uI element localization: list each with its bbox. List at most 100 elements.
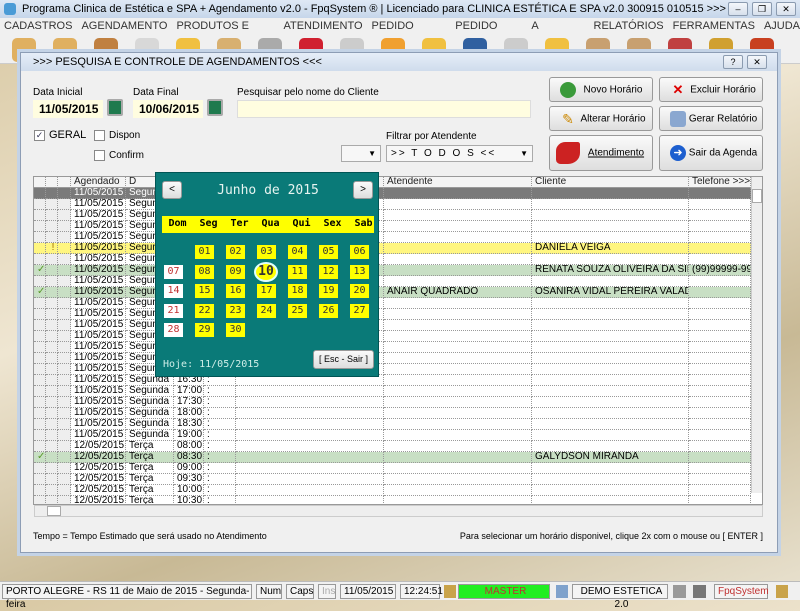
computer-icon[interactable]	[693, 585, 706, 598]
calendar-day[interactable]: 07	[164, 264, 183, 279]
atendimento-button[interactable]: Atendimento	[549, 135, 653, 171]
confirmado-checkbox[interactable]	[94, 150, 105, 161]
table-row[interactable]: 12/05/2015 Terça 10:00:	[34, 485, 751, 496]
data-final-input[interactable]: 10/06/2015	[133, 100, 203, 118]
client-search-input[interactable]	[237, 100, 531, 118]
calendar-day[interactable]: 11	[288, 264, 307, 279]
table-row[interactable]: 12/05/2015 Terça 10:30:	[34, 496, 751, 504]
table-row[interactable]: 11/05/2015Segunda10:00:	[34, 232, 751, 243]
gerar-relatorio-button[interactable]: Gerar Relatório	[659, 106, 763, 131]
calendar-day[interactable]: 24	[257, 303, 276, 318]
table-row[interactable]: 12/05/2015 Terça 08:00:	[34, 441, 751, 452]
calendar-day[interactable]: 22	[195, 303, 214, 318]
table-row[interactable]: 11/05/2015 Segunda 18:30:	[34, 419, 751, 430]
menu-item[interactable]: ATENDIMENTO	[283, 18, 362, 34]
calendar-day[interactable]: 12	[319, 264, 338, 279]
maximize-button[interactable]: ❐	[752, 2, 772, 16]
table-row[interactable]: 11/05/2015Segunda13:30:	[34, 309, 751, 320]
horizontal-scrollbar[interactable]	[34, 505, 763, 517]
calendar-day[interactable]: 28	[164, 323, 183, 337]
table-row[interactable]: ✓11/05/2015Segunda12:30:ANAIR QUADRADOOS…	[34, 287, 751, 298]
table-row[interactable]: 11/05/2015 Segunda 17:00:	[34, 386, 751, 397]
menu-item[interactable]: AJUDA	[764, 18, 800, 34]
menu-item[interactable]: AGENDAMENTO	[81, 18, 167, 34]
calendar-day[interactable]: 23	[226, 303, 245, 318]
close-button[interactable]: ✕	[776, 2, 796, 16]
table-row[interactable]: 11/05/2015 Segunda 16:30:	[34, 375, 751, 386]
calendar-day[interactable]: 14	[164, 284, 183, 298]
agendamentos-grid[interactable]: Agendado D Atendente Cliente Telefone >>> 11/…	[33, 176, 763, 505]
calendar-day[interactable]: 05	[319, 245, 338, 259]
calendar-day[interactable]: 03	[257, 245, 276, 259]
table-row[interactable]: 11/05/2015Segunda15:30:	[34, 353, 751, 364]
table-row[interactable]: 11/05/2015Segunda08:30:	[34, 199, 751, 210]
alterar-horario-button[interactable]: ✎ Alterar Horário	[549, 106, 653, 131]
geral-checkbox[interactable]: ✓	[34, 130, 45, 141]
menu-item[interactable]: PRODUTOS E SERVIÇOS	[176, 18, 274, 48]
table-row[interactable]: 11/05/2015 Segunda 17:30:	[34, 397, 751, 408]
table-row[interactable]: 12/05/2015 Terça 09:00:	[34, 463, 751, 474]
printer-icon[interactable]	[673, 585, 686, 598]
table-row[interactable]: 11/05/2015Segunda16:00:	[34, 364, 751, 375]
calendar-day[interactable]: 06	[350, 245, 369, 259]
menu-item[interactable]: RELATÓRIOS	[594, 18, 664, 34]
table-row[interactable]: 11/05/2015Segunda13:00:	[34, 298, 751, 309]
calendar-day[interactable]: 08	[195, 264, 214, 279]
novo-horario-button[interactable]: Novo Horário	[549, 77, 653, 102]
sair-agenda-button[interactable]: ➜ Sair da Agenda	[659, 135, 763, 171]
disponivel-checkbox[interactable]	[94, 130, 105, 141]
calendar-day[interactable]: 17	[257, 284, 276, 298]
menu-item[interactable]: FERRAMENTAS	[673, 18, 755, 34]
table-row[interactable]: 11/05/2015Segunda14:00:	[34, 320, 751, 331]
cell	[236, 485, 384, 496]
table-row[interactable]: 11/05/2015Segunda09:30:	[34, 221, 751, 232]
calendar-day[interactable]: 29	[195, 323, 214, 337]
cell	[46, 441, 58, 452]
table-row[interactable]: !11/05/2015Segunda10:30:DANIELA VEIGA	[34, 243, 751, 254]
menu-item[interactable]: PEDIDO COMPRAS	[372, 18, 447, 48]
calendar-day[interactable]: 02	[226, 245, 245, 259]
table-row[interactable]: 11/05/2015Segunda15:00:	[34, 342, 751, 353]
table-row[interactable]: 12/05/2015 Terça 09:30:	[34, 474, 751, 485]
calendar-day[interactable]: 27	[350, 303, 369, 318]
cell	[34, 276, 46, 287]
esc-sair-button[interactable]: [ Esc - Sair ]	[313, 350, 374, 369]
calendar-day[interactable]: 26	[319, 303, 338, 318]
table-row[interactable]: 11/05/2015Segunda14:30:	[34, 331, 751, 342]
status-select[interactable]: ▼	[341, 145, 381, 162]
help-button[interactable]: ?	[723, 55, 743, 69]
table-row[interactable]: 11/05/2015 Segunda 19:00:	[34, 430, 751, 441]
calendar-day[interactable]: 13	[350, 264, 369, 279]
calendar-day[interactable]: 20	[350, 284, 369, 298]
table-row[interactable]: 11/05/2015Segunda11:00:	[34, 254, 751, 265]
table-row[interactable]: ✓11/05/2015Segunda11:30:RENATA SOUZA OLI…	[34, 265, 751, 276]
table-row[interactable]: 11/05/2015Segunda09:00:	[34, 210, 751, 221]
calendar-day[interactable]: 30	[226, 323, 245, 337]
calendar-day[interactable]: 15	[195, 284, 214, 298]
calendar-day[interactable]: 16	[226, 284, 245, 298]
calendar-icon[interactable]	[107, 99, 123, 116]
calendar-day[interactable]: 01	[195, 245, 214, 259]
table-row[interactable]: 11/05/2015 Segunda 18:00:	[34, 408, 751, 419]
calendar-day[interactable]: 04	[288, 245, 307, 259]
menu-item[interactable]: A RECEBER	[531, 18, 584, 48]
calendar-icon[interactable]	[207, 99, 223, 116]
menu-item[interactable]: PEDIDO VENDAS	[455, 18, 522, 48]
atendente-select[interactable]: >> T O D O S << ▼	[386, 145, 533, 162]
calendar-day[interactable]: 19	[319, 284, 338, 298]
menu-item[interactable]: CADASTROS	[4, 18, 72, 34]
calendar-day[interactable]: 21	[164, 303, 183, 318]
next-month-button[interactable]: >	[353, 181, 373, 199]
table-row[interactable]: 11/05/2015Segunda12:00:	[34, 276, 751, 287]
minimize-button[interactable]: –	[728, 2, 748, 16]
calendar-day[interactable]: 18	[288, 284, 307, 298]
calendar-day[interactable]: 10	[254, 261, 278, 282]
data-inicial-input[interactable]: 11/05/2015	[33, 100, 103, 118]
calendar-day[interactable]: 25	[288, 303, 307, 318]
dialog-close-button[interactable]: ✕	[747, 55, 767, 69]
vertical-scrollbar[interactable]	[751, 177, 762, 493]
calendar-day[interactable]: 09	[226, 264, 245, 279]
table-row[interactable]: ✓ 12/05/2015 Terça 08:30: GALYDSON MIRANDA	[34, 452, 751, 463]
excluir-horario-button[interactable]: ✕ Excluir Horário	[659, 77, 763, 102]
table-row[interactable]: 11/05/2015Segunda08:00:	[34, 188, 751, 199]
